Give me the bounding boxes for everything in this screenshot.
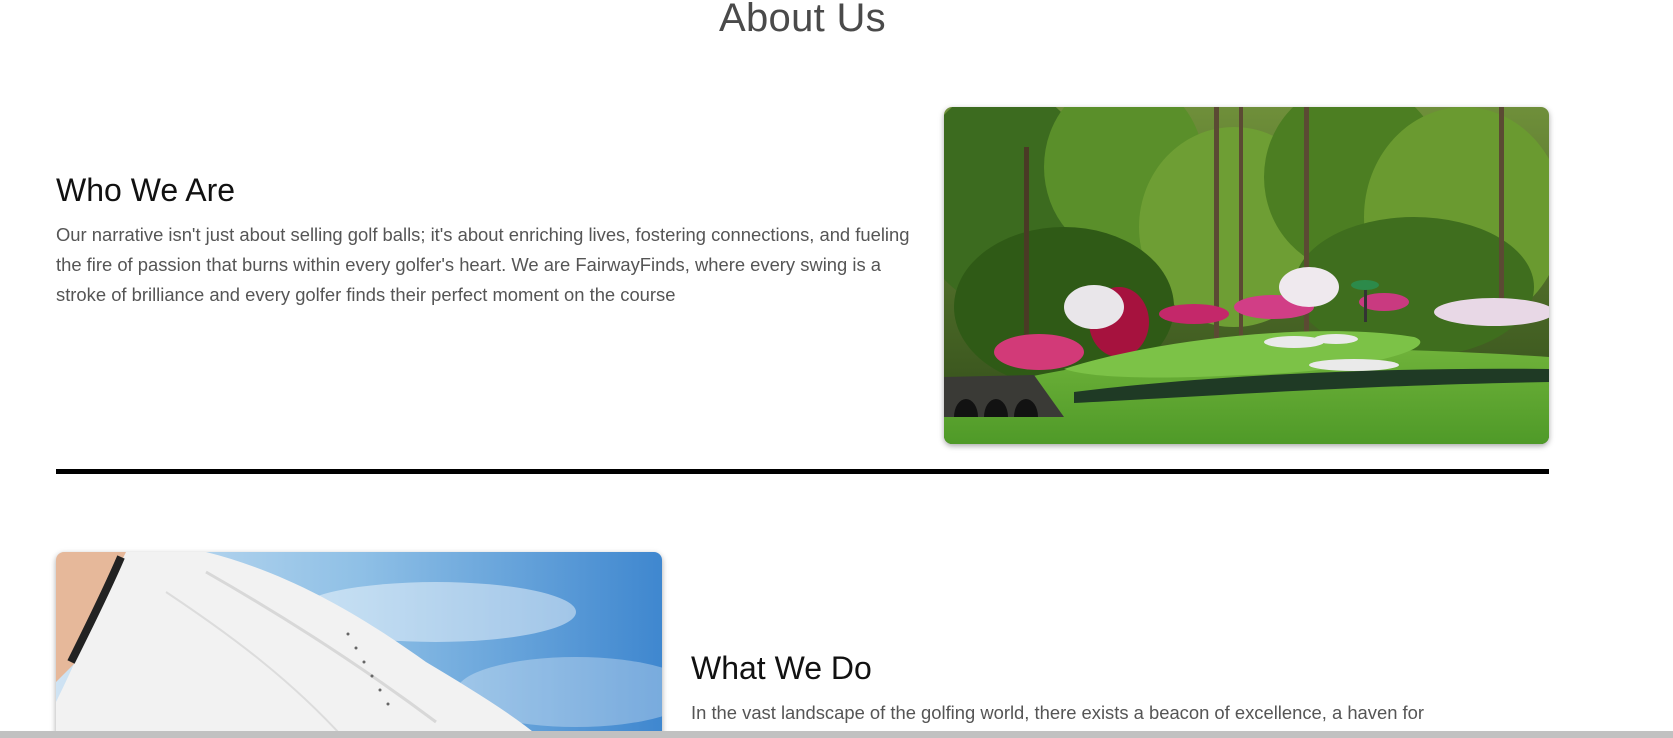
what-we-do-heading: What We Do (691, 650, 872, 686)
who-we-are-heading: Who We Are (56, 172, 236, 208)
who-we-are-text: Our narrative isn't just about selling g… (56, 224, 910, 305)
golf-course-image (944, 107, 1549, 444)
what-we-do-text: In the vast landscape of the golfing wor… (691, 702, 1425, 723)
page-title: About Us (719, 0, 886, 40)
section-divider (56, 469, 1549, 474)
horizontal-scrollbar[interactable] (0, 731, 1673, 738)
golf-glove-image (56, 552, 662, 738)
golf-course-photo-icon (944, 107, 1549, 444)
golf-glove-photo-icon (56, 552, 662, 738)
about-page: About Us Who We Are Our narrative isn't … (0, 0, 1673, 738)
